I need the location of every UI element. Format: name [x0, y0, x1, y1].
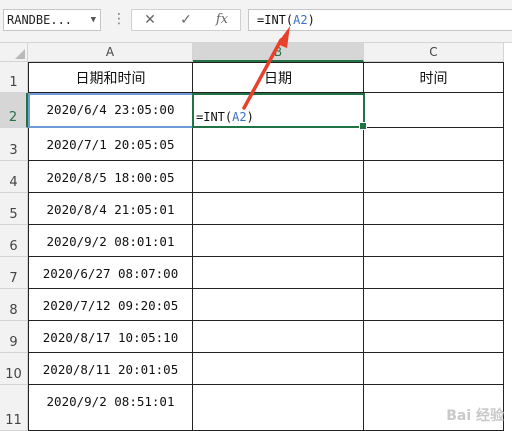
formula-bar-area: RANDBE... ▼ ⋮ ✕ ✓ fx =INT(A2)	[0, 0, 512, 43]
cell-a8[interactable]: 2020/7/12 09:20:05	[28, 289, 193, 321]
column-header-b[interactable]: B	[193, 43, 364, 62]
datetime-value: 2020/8/5 18:00:05	[46, 170, 175, 185]
row-number: 2	[8, 110, 18, 125]
datetime-value: 2020/8/17 10:05:10	[42, 330, 179, 345]
row-number: 3	[9, 143, 18, 158]
b2-formula-suffix: )	[246, 110, 254, 124]
insert-function-icon[interactable]: fx	[210, 10, 234, 30]
cell-c4[interactable]	[364, 161, 504, 193]
cell-a9[interactable]: 2020/8/17 10:05:10	[28, 321, 193, 353]
row-header-11[interactable]: 11	[0, 385, 28, 431]
cell-c2[interactable]	[364, 93, 504, 128]
select-all-corner[interactable]	[0, 43, 28, 62]
formula-suffix: )	[307, 13, 315, 27]
row-number: 4	[9, 175, 18, 190]
formula-ref: A2	[293, 13, 308, 27]
cell-b3[interactable]	[193, 128, 364, 161]
row-number: 9	[9, 335, 18, 350]
row-number: 5	[9, 207, 18, 222]
cell-c7[interactable]	[364, 257, 504, 289]
cell-b4[interactable]	[193, 161, 364, 193]
row-header-1[interactable]: 1	[0, 62, 28, 93]
datetime-value: 2020/9/2 08:01:01	[46, 234, 175, 249]
cell-c3[interactable]	[364, 128, 504, 161]
formula-buttons: ✕ ✓ fx	[131, 9, 241, 31]
more-vertical-icon[interactable]: ⋮	[112, 10, 126, 28]
cell-b8[interactable]	[193, 289, 364, 321]
datetime-value: 2020/8/4 21:05:01	[46, 202, 175, 217]
cell-a11[interactable]: 2020/9/2 08:51:01	[28, 385, 193, 431]
row-header-3[interactable]: 3	[0, 128, 28, 161]
cell-a5[interactable]: 2020/8/4 21:05:01	[28, 193, 193, 225]
cell-c8[interactable]	[364, 289, 504, 321]
name-box[interactable]: RANDBE... ▼	[3, 9, 101, 31]
cell-b1[interactable]: 日期	[193, 62, 364, 93]
datetime-value: 2020/6/27 08:07:00	[42, 266, 179, 281]
b2-formula-prefix: =INT(	[196, 110, 233, 124]
cell-b5[interactable]	[193, 193, 364, 225]
column-header-c[interactable]: C	[364, 43, 504, 62]
row-header-9[interactable]: 9	[0, 321, 28, 353]
row-header-4[interactable]: 4	[0, 161, 28, 193]
cell-c9[interactable]	[364, 321, 504, 353]
datetime-value: 2020/9/2 08:51:01	[46, 394, 175, 409]
row-number: 6	[9, 239, 18, 254]
cell-b6[interactable]	[193, 225, 364, 257]
formula-input[interactable]: =INT(A2)	[248, 9, 512, 31]
row-header-8[interactable]: 8	[0, 289, 28, 321]
cell-a1[interactable]: 日期和时间	[28, 62, 193, 93]
watermark: Bai 经验	[446, 408, 504, 424]
cell-c6[interactable]	[364, 225, 504, 257]
cell-b10[interactable]	[193, 353, 364, 385]
cell-c10[interactable]	[364, 353, 504, 385]
cell-b9[interactable]	[193, 321, 364, 353]
row-header-7[interactable]: 7	[0, 257, 28, 289]
cell-a2[interactable]: 2020/6/4 23:05:00	[28, 93, 193, 128]
chevron-down-icon[interactable]: ▼	[91, 10, 96, 30]
cell-b11[interactable]	[193, 385, 364, 431]
cell-c5[interactable]	[364, 193, 504, 225]
datetime-value: 2020/8/11 20:01:05	[42, 362, 179, 377]
row-header-2[interactable]: 2	[0, 93, 28, 128]
datetime-value: 2020/7/12 09:20:05	[42, 298, 179, 313]
cell-b7[interactable]	[193, 257, 364, 289]
row-number: 8	[9, 303, 18, 318]
cell-c1[interactable]: 时间	[364, 62, 504, 93]
cell-a7[interactable]: 2020/6/27 08:07:00	[28, 257, 193, 289]
row-number: 11	[5, 413, 22, 428]
row-number: 1	[9, 75, 18, 90]
row-header-10[interactable]: 10	[0, 353, 28, 385]
enter-check-icon[interactable]: ✓	[174, 10, 198, 30]
name-box-value: RANDBE...	[7, 13, 73, 27]
b2-formula-ref: A2	[232, 110, 247, 124]
cell-a10[interactable]: 2020/8/11 20:01:05	[28, 353, 193, 385]
formula-prefix: =INT(	[257, 13, 294, 27]
cancel-icon[interactable]: ✕	[138, 10, 162, 30]
column-header-a[interactable]: A	[28, 43, 193, 62]
cell-a3[interactable]: 2020/7/1 20:05:05	[28, 128, 193, 161]
row-header-6[interactable]: 6	[0, 225, 28, 257]
cell-b2[interactable]: =INT(A2)	[193, 93, 364, 128]
row-header-5[interactable]: 5	[0, 193, 28, 225]
cell-a4[interactable]: 2020/8/5 18:00:05	[28, 161, 193, 193]
cell-a6[interactable]: 2020/9/2 08:01:01	[28, 225, 193, 257]
row-number: 7	[9, 271, 18, 286]
datetime-value: 2020/6/4 23:05:00	[46, 102, 175, 117]
datetime-value: 2020/7/1 20:05:05	[46, 137, 175, 152]
row-number: 10	[5, 367, 22, 382]
